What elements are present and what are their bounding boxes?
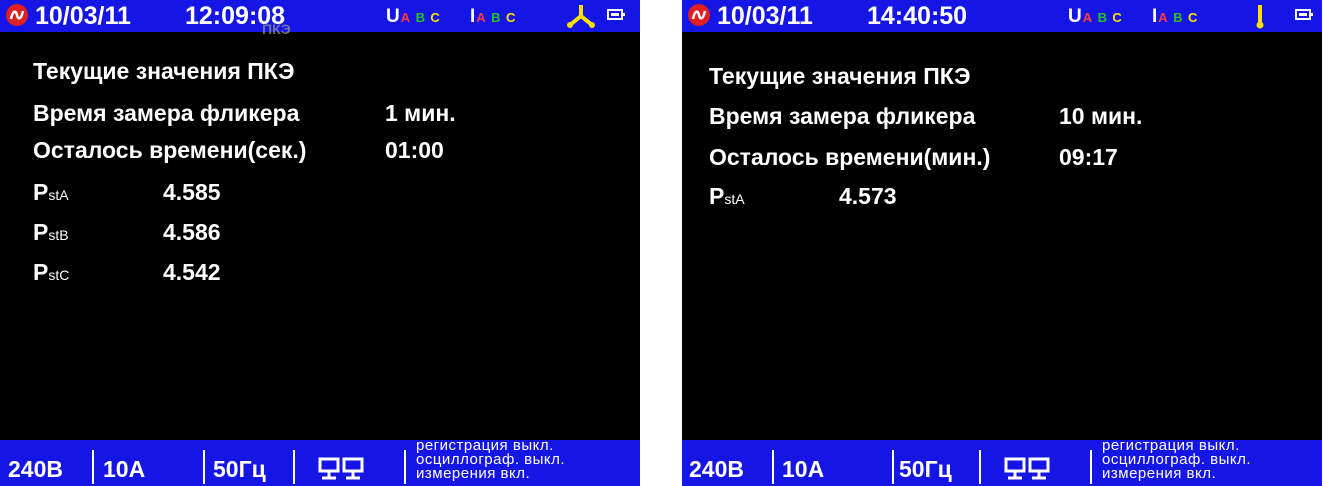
date-display: 10/03/11	[717, 2, 813, 30]
network-computers-icon	[1004, 457, 1052, 486]
current-channels-indicator: IA B C	[470, 6, 515, 28]
phase-c-label: C	[1112, 10, 1122, 25]
phase-a-label: A	[400, 10, 411, 25]
voltage-channels-indicator: UA B C	[386, 6, 440, 28]
voltage-range: 240В	[8, 456, 63, 482]
current-range: 10А	[782, 456, 825, 482]
current-label: I	[470, 6, 476, 27]
footer-status-bar: 240В 10А 50Гц регистрация выкл. осциллог…	[682, 440, 1322, 486]
page-title: Текущие значения ПКЭ	[33, 58, 295, 84]
flicker-time-label: Время замера фликера	[709, 103, 976, 129]
divider	[293, 450, 295, 484]
voltage-channels-indicator: UA B C	[1068, 6, 1122, 28]
phase-c-label: C	[505, 10, 516, 25]
voltage-range: 240В	[689, 456, 744, 482]
phase-a-label: A	[1158, 10, 1168, 25]
three-phase-star-icon	[565, 3, 597, 34]
network-computers-icon	[318, 457, 366, 486]
status-bar: 10/03/11 12:09:08 UA B C IA B C	[0, 0, 640, 32]
flicker-time-value: 1 мин.	[385, 100, 456, 126]
phase-c-label: C	[430, 10, 440, 25]
phase-b-label: B	[1097, 10, 1107, 25]
measurement-panel: Текущие значения ПКЭ Время замера фликер…	[682, 32, 1322, 440]
remaining-time-value: 01:00	[385, 137, 444, 163]
divider	[892, 450, 894, 484]
divider	[1090, 450, 1092, 484]
pst-a-label: PstA	[33, 179, 69, 205]
measurement-status: измерения вкл.	[416, 465, 531, 482]
ghost-overlay-text: ПКЭ	[262, 21, 291, 37]
voltage-label: U	[386, 6, 400, 27]
phase-b-label: B	[491, 10, 501, 25]
current-label: I	[1152, 6, 1158, 27]
status-bar: 10/03/11 14:40:50 UA B C IA B C	[682, 0, 1322, 32]
battery-icon	[607, 9, 625, 20]
frequency-value: 50Гц	[213, 456, 266, 482]
flicker-time-label: Время замера фликера	[33, 100, 300, 126]
recording-status: регистрация выкл. осциллограф. выкл. изм…	[1102, 440, 1322, 486]
pst-a-value: 4.573	[839, 183, 897, 209]
phase-b-label: B	[1173, 10, 1183, 25]
recording-status: регистрация выкл. осциллограф. выкл. изм…	[416, 440, 638, 486]
device-screen-1: 10/03/11 12:09:08 UA B C IA B C ПКЭ Теку…	[0, 0, 640, 486]
pst-a-label: PstA	[709, 183, 745, 209]
phase-a-label: A	[1082, 10, 1093, 25]
phase-b-label: B	[415, 10, 425, 25]
phase-a-label: A	[476, 10, 486, 25]
device-screen-2: 10/03/11 14:40:50 UA B C IA B C Текущие …	[682, 0, 1322, 486]
remaining-time-label: Осталось времени(мин.)	[709, 144, 991, 170]
footer-status-bar: 240В 10А 50Гц регистрация выкл. осциллог…	[0, 440, 640, 486]
remaining-time-value: 09:17	[1059, 144, 1118, 170]
current-range: 10А	[103, 456, 146, 482]
divider	[979, 450, 981, 484]
divider	[92, 450, 94, 484]
battery-icon	[1295, 9, 1313, 20]
divider	[772, 450, 774, 484]
measurement-status: измерения вкл.	[1102, 465, 1217, 482]
measurement-panel: ПКЭ Текущие значения ПКЭ Время замера фл…	[0, 22, 640, 440]
remaining-time-label: Осталось времени(сек.)	[33, 137, 307, 163]
pst-b-label: PstB	[33, 219, 69, 245]
pst-c-value: 4.542	[163, 259, 221, 285]
pst-a-value: 4.585	[163, 179, 221, 205]
logo-icon	[688, 4, 710, 26]
logo-icon	[6, 4, 28, 26]
voltage-label: U	[1068, 6, 1082, 27]
divider	[404, 450, 406, 484]
divider	[203, 450, 205, 484]
time-display: 14:40:50	[867, 2, 968, 30]
date-display: 10/03/11	[35, 2, 131, 30]
phase-c-label: C	[1187, 10, 1198, 25]
page-title: Текущие значения ПКЭ	[709, 63, 971, 89]
pst-c-label: PstC	[33, 259, 70, 285]
frequency-value: 50Гц	[899, 456, 952, 482]
flicker-time-value: 10 мин.	[1059, 103, 1143, 129]
pst-b-value: 4.586	[163, 219, 221, 245]
current-channels-indicator: IA B C	[1152, 6, 1197, 28]
